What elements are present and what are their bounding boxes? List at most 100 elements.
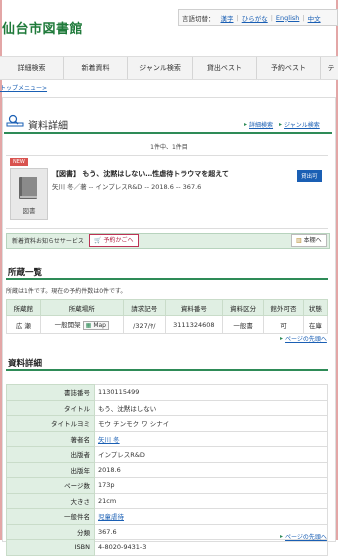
detail-label: ISBN bbox=[6, 539, 95, 556]
detail-value: インプレスR&D bbox=[94, 446, 328, 463]
detail-label: 出版年 bbox=[6, 461, 95, 478]
language-english-link[interactable]: English bbox=[273, 14, 302, 22]
detail-row: タイトルヨミ モウ チンモク ワ シナイ bbox=[6, 415, 328, 432]
language-hiragana-link[interactable]: ひらがな bbox=[239, 13, 271, 23]
category-cell: 一般書 bbox=[222, 315, 265, 334]
arrow-icon: ▸ bbox=[280, 533, 284, 540]
new-badge: NEW bbox=[10, 158, 28, 166]
detail-value: モウ チンモク ワ シナイ bbox=[94, 415, 328, 432]
book-cover-placeholder: 図書 bbox=[10, 168, 48, 220]
detail-label: 出版者 bbox=[6, 446, 95, 463]
detail-label: 分類 bbox=[6, 523, 95, 540]
breadcrumb[interactable]: トップメニュー> bbox=[0, 83, 47, 92]
details-title-rule bbox=[6, 369, 328, 371]
nav-item-genre-search[interactable]: ジャンル検索 bbox=[128, 57, 193, 79]
language-label: 言語切替： bbox=[182, 14, 215, 23]
table-row: 広 瀬 一般開架 ▦ Map /327/ﾔ/ 3111324608 一般書 可 … bbox=[6, 315, 329, 334]
holdings-title: 所蔵一覧 bbox=[8, 268, 43, 278]
add-to-cart-button[interactable]: 🛒 予約かごへ bbox=[89, 234, 139, 247]
detail-label: 書誌番号 bbox=[6, 384, 95, 401]
add-to-shelf-button[interactable]: ▥ 本棚へ bbox=[291, 234, 327, 247]
column-header: 状態 bbox=[302, 299, 329, 316]
location-cell: 一般開架 ▦ Map bbox=[39, 315, 124, 334]
result-count: 1件中、1件目 bbox=[150, 144, 188, 151]
detail-row: 出版年 2018.6 bbox=[6, 461, 328, 478]
detail-value: 4-8020-9431-3 bbox=[94, 539, 328, 556]
nav-item-advanced-search[interactable]: 詳細検索 bbox=[0, 57, 64, 79]
detail-label: ページ数 bbox=[6, 477, 95, 494]
nav-item-reservation-best[interactable]: 予約ベスト bbox=[257, 57, 321, 79]
advanced-search-link[interactable]: 詳細検索 bbox=[249, 120, 273, 129]
header-links: ▸ 詳細検索 ▸ ジャンル検索 bbox=[244, 120, 320, 129]
page-title: 資料詳細 bbox=[28, 121, 68, 132]
record-subtitle: 矢川 冬／著 -- インプレスR&D -- 2018.6 -- 367.6 bbox=[52, 183, 202, 191]
call-number-cell: /327/ﾔ/ bbox=[122, 315, 166, 334]
detail-value: 173p bbox=[94, 477, 328, 494]
column-header: 資料番号 bbox=[164, 299, 224, 316]
book-icon bbox=[19, 177, 37, 199]
language-chinese-link[interactable]: 中文 bbox=[305, 13, 324, 23]
column-header: 所蔵場所 bbox=[39, 299, 124, 316]
holdings-title-rule bbox=[6, 278, 328, 280]
lendable-cell: 可 bbox=[263, 315, 304, 334]
detail-label: タイトル bbox=[6, 399, 95, 416]
column-header: 請求記号 bbox=[122, 299, 166, 316]
table-header-row: 所蔵館 所蔵場所 請求記号 資料番号 資料区分 館外可否 状態 bbox=[6, 299, 329, 316]
detail-row: 著者名 矢川 冬 bbox=[6, 430, 328, 447]
column-header: 館外可否 bbox=[263, 299, 304, 316]
nav-item-lending-best[interactable]: 貸出ベスト bbox=[193, 57, 257, 79]
add-to-cart-label: 予約かごへ bbox=[103, 237, 134, 244]
nav-item-more[interactable]: テ bbox=[321, 57, 338, 79]
details-title: 資料詳細 bbox=[8, 359, 43, 369]
column-header: 資料区分 bbox=[222, 299, 265, 316]
cart-icon: 🛒 bbox=[94, 237, 102, 244]
map-icon: ▦ bbox=[85, 322, 92, 329]
detail-value[interactable]: 児童虐待 bbox=[94, 508, 328, 525]
library-cell: 広 瀬 bbox=[6, 315, 41, 334]
detail-row: 大きさ 21cm bbox=[6, 492, 328, 509]
search-book-icon bbox=[6, 114, 24, 127]
cover-label: 図書 bbox=[22, 207, 36, 215]
detail-value: 1130115499 bbox=[94, 384, 328, 401]
item-number-cell: 3111324608 bbox=[164, 315, 224, 334]
add-to-shelf-label: 本棚へ bbox=[303, 237, 322, 244]
detail-value: 21cm bbox=[94, 492, 328, 509]
record-title: 【図書】 もう、沈黙はしない…性虐待トラウマを超えて bbox=[52, 170, 229, 178]
detail-row: 一般件名 児童虐待 bbox=[6, 508, 328, 525]
location-text: 一般開架 bbox=[54, 321, 81, 329]
page-top-link-1[interactable]: ▸ ページの先頭へ bbox=[280, 334, 327, 343]
language-kanji-link[interactable]: 漢字 bbox=[218, 13, 237, 23]
detail-row: タイトル もう、沈黙はしない bbox=[6, 399, 328, 416]
detail-row: 書誌番号 1130115499 bbox=[6, 384, 328, 401]
page-top-label: ページの先頭へ bbox=[285, 336, 327, 343]
column-header: 所蔵館 bbox=[6, 299, 41, 316]
map-label: Map bbox=[93, 322, 106, 329]
arrow-icon: ▸ bbox=[244, 121, 248, 128]
main-nav: 詳細検索 新着資料 ジャンル検索 貸出ベスト 予約ベスト テ bbox=[0, 56, 338, 80]
detail-value[interactable]: 矢川 冬 bbox=[94, 430, 328, 447]
availability-badge: 貸出可 bbox=[297, 170, 322, 182]
arrow-icon: ▸ bbox=[280, 335, 284, 342]
details-table: 書誌番号 1130115499 タイトル もう、沈黙はしない タイトルヨミ モウ チンモク… bbox=[6, 384, 328, 556]
holdings-note: 所蔵は1件です。現在の予約件数は0件です。 bbox=[6, 288, 127, 295]
detail-label: 著者名 bbox=[6, 430, 95, 447]
detail-value: もう、沈黙はしない bbox=[94, 399, 328, 416]
arrow-icon: ▸ bbox=[279, 121, 283, 128]
detail-value: 2018.6 bbox=[94, 461, 328, 478]
detail-label: 一般件名 bbox=[6, 508, 95, 525]
detail-label: タイトルヨミ bbox=[6, 415, 95, 432]
detail-row: 出版者 インプレスR&D bbox=[6, 446, 328, 463]
detail-row: ISBN 4-8020-9431-3 bbox=[6, 539, 328, 556]
map-button[interactable]: ▦ Map bbox=[82, 321, 109, 330]
detail-label: 大きさ bbox=[6, 492, 95, 509]
nav-item-new-items[interactable]: 新着資料 bbox=[64, 57, 128, 79]
holdings-table: 所蔵館 所蔵場所 請求記号 資料番号 資料区分 館外可否 状態 広 瀬 一般開架… bbox=[6, 299, 329, 334]
site-title[interactable]: 仙台市図書館 bbox=[2, 18, 83, 37]
detail-row: ページ数 173p bbox=[6, 477, 328, 494]
genre-search-link[interactable]: ジャンル検索 bbox=[284, 120, 320, 129]
status-cell: 在庫 bbox=[302, 315, 329, 334]
new-item-alert-label[interactable]: 新着資料お知らせサービス bbox=[12, 236, 84, 245]
bookshelf-icon: ▥ bbox=[296, 237, 302, 244]
language-switcher: 言語切替： 漢字 | ひらがな | English | 中文 bbox=[178, 9, 338, 26]
record-card bbox=[6, 155, 328, 229]
